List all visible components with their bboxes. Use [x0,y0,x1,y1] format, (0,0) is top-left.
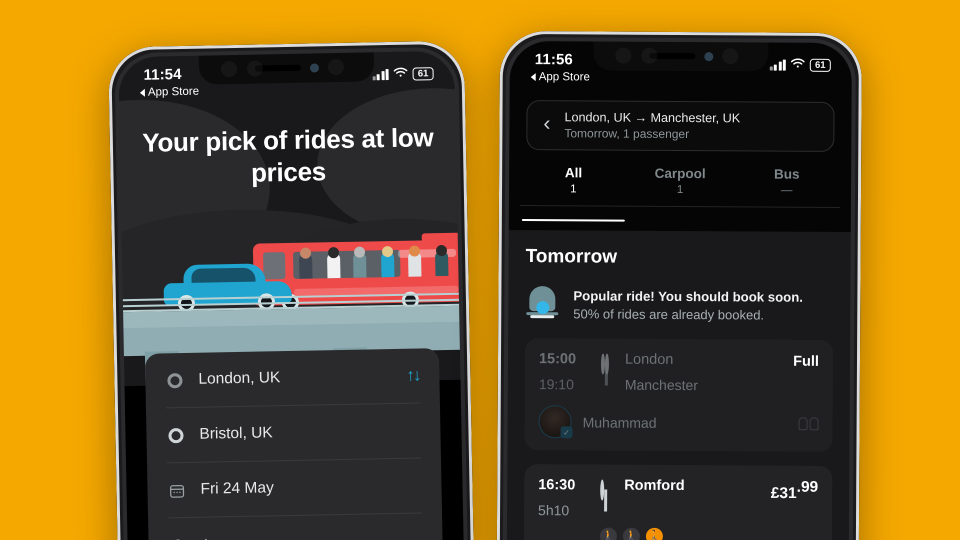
route-text: London, UK → Manchester, UK [564,110,741,126]
notch-blob [722,48,739,65]
swap-arrows-icon[interactable]: ↑↓ [406,366,419,386]
origin-name: London [624,351,674,368]
notice-line-2: 50% of rides are already booked. [573,305,765,323]
destination-name: Manchester [624,376,699,394]
arrive-time: 19:10 [538,376,574,393]
tab-carpool-label: Carpool [654,165,706,182]
arrival-ring-icon [166,427,185,443]
destination-node-icon [604,353,610,375]
front-camera-icon [703,51,713,61]
notch [593,40,769,72]
departure-value: London, UK [198,369,281,388]
notch-blob [641,47,658,64]
route-details: Tomorrow, 1 passenger [564,126,690,142]
tab-all-count: 1 [570,183,577,196]
bus-passenger [353,246,367,278]
departure-field[interactable]: London, UK ↑↓ [164,348,420,409]
results-list: Tomorrow Popular ride! You should book s… [505,229,852,540]
bus-passenger [327,247,341,279]
passenger-icon-2: 🚶 [622,527,640,540]
ride-leg: 16:30 5h10 Romford [538,477,818,520]
right-phone-screen: ‹ London, UK → Manchester, UK Tomorrow, … [505,39,853,540]
route-line [604,489,607,512]
left-phone: Your pick of rides at low prices London,… [108,40,475,540]
notch-blob [246,60,264,77]
depart-time: 15:00 [538,351,577,368]
notice-line-1: Popular ride! You should book soon. [573,287,804,305]
ride-leg: 15:00 19:10 London Manchester [539,351,819,394]
notch-blob [615,47,632,64]
tab-carpool-count: 1 [676,183,684,197]
driver-name: Muhammad [582,413,657,431]
ride-times: 15:00 19:10 [539,351,589,392]
arrival-field[interactable]: Bristol, UK [165,403,421,464]
bus-roof-box [421,232,460,243]
hero-title: Your pick of rides at low prices [142,122,434,188]
arrival-value: Bristol, UK [199,424,273,443]
bus-passenger [299,247,313,279]
notch-blob [327,58,345,76]
date-field[interactable]: Fri 24 May [167,458,423,519]
ride-amenities: 🚶 🚶 🚶 [599,527,818,540]
notch [198,51,375,85]
ride-duration: 5h10 [538,502,570,519]
origin-name: Romford [624,477,685,495]
passenger-value: 1 [201,537,210,540]
popular-ride-notice: Popular ride! You should book soon. 50% … [525,284,833,326]
chevron-left-icon[interactable]: ‹ [541,112,554,137]
route-track [600,352,613,386]
tab-bus-label: Bus [774,166,800,182]
front-camera-icon [309,62,319,73]
search-summary-pill[interactable]: ‹ London, UK → Manchester, UK Tomorrow, … [526,100,835,152]
departure-ring-icon [165,372,184,388]
tab-all-label: All [564,165,583,181]
depart-time: 16:30 [538,477,576,494]
bus-passenger [408,245,422,277]
driver-row: ✓ Muhammad [538,405,819,440]
ride-card-full[interactable]: Full 15:00 19:10 London Manchester ✓ Muh… [524,338,834,452]
passenger-icon-3-highlighted: 🚶 [645,527,663,540]
bus-passenger [435,244,449,277]
bell-icon [525,284,559,324]
ride-places: Romford [624,478,818,495]
bus-passenger [381,245,395,278]
hero-section: Your pick of rides at low prices [117,49,462,387]
passenger-field[interactable]: 1 [168,513,423,540]
calendar-icon [167,481,186,498]
left-phone-screen: Your pick of rides at low prices London,… [117,49,466,540]
passenger-icon-1: 🚶 [599,527,617,540]
search-results-view: ‹ London, UK → Manchester, UK Tomorrow, … [505,39,853,540]
search-form-card: London, UK ↑↓ Bristol, UK Fri 24 May [144,348,444,540]
right-phone: ‹ London, UK → Manchester, UK Tomorrow, … [496,30,862,540]
two-seats-icon [798,416,819,430]
notch-blob [220,60,238,78]
ride-card-romford[interactable]: £31.99 16:30 5h10 Romford 🚶 🚶 🚶 [523,464,833,540]
verified-badge-icon: ✓ [560,426,573,439]
ride-places: London Manchester [625,352,819,394]
day-heading: Tomorrow [525,246,618,268]
tab-bus-count: — [780,184,793,197]
date-value: Fri 24 May [200,479,274,498]
route-track [600,478,612,512]
driver-avatar: ✓ [538,405,573,439]
ride-times: 16:30 5h10 [538,477,588,518]
